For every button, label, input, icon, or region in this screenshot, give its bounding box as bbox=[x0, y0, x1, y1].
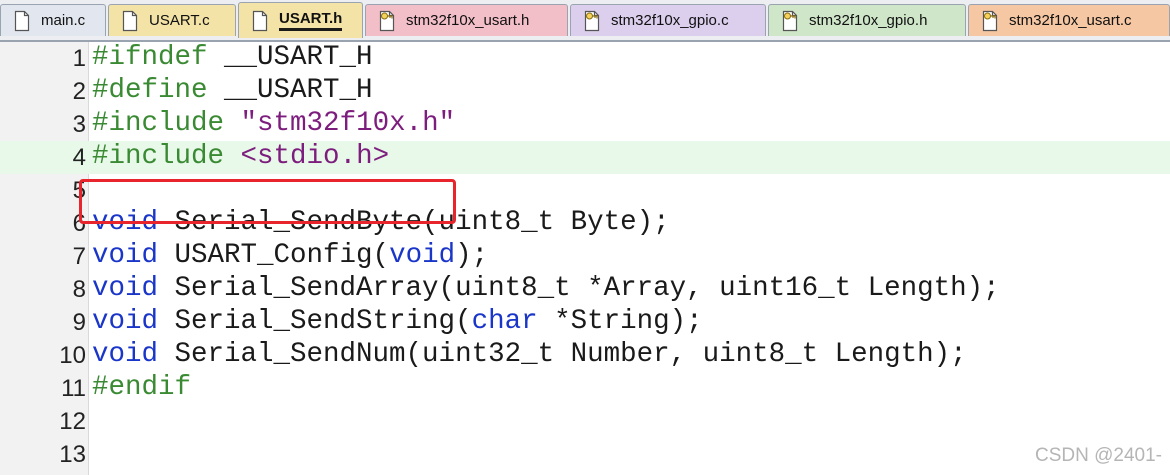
code-token: void bbox=[92, 339, 159, 370]
code-line[interactable]: 12 bbox=[0, 405, 1170, 438]
code-line[interactable]: 4 #include <stdio.h> bbox=[0, 141, 1170, 174]
tab-main-c[interactable]: main.c bbox=[0, 4, 106, 36]
tab-stm32f10x-gpio-h[interactable]: stm32f10x_gpio.h bbox=[768, 4, 966, 36]
code-token: void bbox=[389, 240, 456, 271]
file-icon bbox=[122, 10, 138, 31]
tab-label: stm32f10x_usart.c bbox=[1009, 12, 1132, 29]
code-token: <stdio.h> bbox=[240, 141, 390, 172]
line-number: 4 bbox=[72, 144, 86, 171]
key-file-icon bbox=[379, 10, 395, 31]
code-text: #include <stdio.h> bbox=[92, 141, 389, 174]
line-number: 2 bbox=[72, 78, 86, 105]
code-editor[interactable]: 1 #ifndef __USART_H 2 #define __USART_H 3 #in… bbox=[0, 42, 1170, 475]
code-token: #include bbox=[92, 141, 225, 172]
editor-tab-bar: main.c USART.c USART.h stm32f10x_usart.h… bbox=[0, 0, 1170, 42]
tab-stm32f10x-usart-h[interactable]: stm32f10x_usart.h bbox=[365, 4, 568, 36]
file-icon bbox=[14, 10, 30, 31]
code-text: #define __USART_H bbox=[92, 75, 373, 108]
tab-label: USART.c bbox=[149, 12, 210, 29]
code-token: void bbox=[92, 306, 159, 337]
code-token: Serial_SendByte(uint8_t Byte); bbox=[158, 207, 670, 238]
code-token: ); bbox=[455, 240, 489, 271]
line-number: 8 bbox=[72, 276, 86, 303]
code-line[interactable]: 10 void Serial_SendNum(uint32_t Number, u… bbox=[0, 339, 1170, 372]
code-line[interactable]: 8 void Serial_SendArray(uint8_t *Array, u… bbox=[0, 273, 1170, 306]
code-token: Serial_SendArray(uint8_t *Array, uint16_… bbox=[158, 273, 1000, 304]
code-line[interactable]: 6 void Serial_SendByte(uint8_t Byte); bbox=[0, 207, 1170, 240]
code-token: Serial_SendString( bbox=[158, 306, 472, 337]
line-number: 5 bbox=[72, 177, 86, 204]
code-token: *String); bbox=[537, 306, 703, 337]
code-line[interactable]: 13 bbox=[0, 438, 1170, 471]
code-token: __USART_H bbox=[207, 42, 373, 73]
code-line[interactable]: 1 #ifndef __USART_H bbox=[0, 42, 1170, 75]
line-number: 9 bbox=[72, 309, 86, 336]
tab-usart-h[interactable]: USART.h bbox=[238, 2, 363, 38]
code-text: void Serial_SendByte(uint8_t Byte); bbox=[92, 207, 670, 240]
code-text: #endif bbox=[92, 372, 191, 405]
code-line[interactable]: 7 void USART_Config(void); bbox=[0, 240, 1170, 273]
key-file-icon bbox=[584, 10, 600, 31]
code-token: Serial_SendNum(uint32_t Number, uint8_t … bbox=[158, 339, 967, 370]
code-token: #include bbox=[92, 108, 225, 139]
code-token: void bbox=[92, 207, 159, 238]
code-text: void Serial_SendArray(uint8_t *Array, ui… bbox=[92, 273, 1000, 306]
code-line[interactable]: 9 void Serial_SendString(char *String); bbox=[0, 306, 1170, 339]
code-text: void Serial_SendNum(uint32_t Number, uin… bbox=[92, 339, 967, 372]
code-token: "stm32f10x.h" bbox=[240, 108, 456, 139]
tab-label: stm32f10x_gpio.h bbox=[809, 12, 928, 29]
tab-stm32f10x-gpio-c[interactable]: stm32f10x_gpio.c bbox=[570, 4, 766, 36]
watermark: CSDN @2401- bbox=[1035, 445, 1162, 466]
code-token: void bbox=[92, 240, 159, 271]
line-number: 10 bbox=[59, 342, 86, 369]
code-token: #define bbox=[92, 75, 208, 106]
line-number: 13 bbox=[59, 441, 86, 468]
code-text: void Serial_SendString(char *String); bbox=[92, 306, 703, 339]
key-file-icon bbox=[982, 10, 998, 31]
code-line[interactable]: 3 #include "stm32f10x.h" bbox=[0, 108, 1170, 141]
code-text: #include "stm32f10x.h" bbox=[92, 108, 455, 141]
code-text: #ifndef __USART_H bbox=[92, 42, 373, 75]
tab-label: stm32f10x_usart.h bbox=[406, 12, 530, 29]
tab-label: USART.h bbox=[279, 10, 343, 31]
code-token: #endif bbox=[92, 372, 192, 403]
tab-usart-c[interactable]: USART.c bbox=[108, 4, 236, 36]
line-number: 7 bbox=[72, 243, 86, 270]
code-token: char bbox=[471, 306, 538, 337]
code-line[interactable]: 5 bbox=[0, 174, 1170, 207]
line-number: 6 bbox=[72, 210, 86, 237]
tab-stm32f10x-usart-c[interactable]: stm32f10x_usart.c bbox=[968, 4, 1170, 36]
code-token: __USART_H bbox=[207, 75, 373, 106]
code-token: USART_Config( bbox=[158, 240, 390, 271]
file-icon bbox=[252, 10, 268, 31]
line-number: 3 bbox=[72, 111, 86, 138]
key-file-icon bbox=[782, 10, 798, 31]
tab-label: main.c bbox=[41, 12, 86, 29]
line-number: 12 bbox=[59, 408, 86, 435]
tab-label: stm32f10x_gpio.c bbox=[611, 12, 729, 29]
code-text: void USART_Config(void); bbox=[92, 240, 488, 273]
code-token: #ifndef bbox=[92, 42, 208, 73]
code-line[interactable]: 11 #endif bbox=[0, 372, 1170, 405]
code-line[interactable]: 2 #define __USART_H bbox=[0, 75, 1170, 108]
code-token: void bbox=[92, 273, 159, 304]
line-number: 1 bbox=[72, 45, 86, 72]
line-number: 11 bbox=[61, 375, 86, 402]
